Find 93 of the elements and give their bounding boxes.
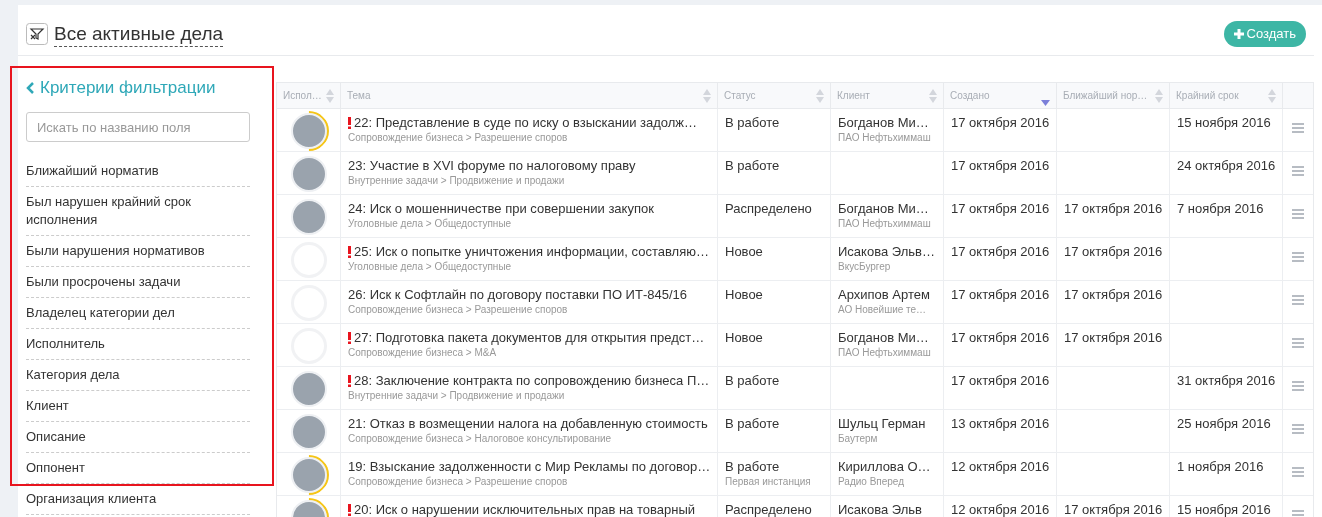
filter-field-item[interactable]: Категория дела — [26, 360, 250, 391]
filter-field-item[interactable]: Владелец категории дел — [26, 298, 250, 329]
filter-field-item[interactable]: Организация клиента — [26, 484, 250, 515]
date-cell: 17 октября 2016 — [1064, 244, 1162, 260]
status-text: Новое — [725, 330, 764, 346]
date-cell: 13 октября 2016 — [951, 416, 1049, 432]
date-cell-text: 25 ноября 2016 — [1177, 416, 1272, 432]
status-text: В работе — [725, 115, 781, 131]
case-category: Сопровождение бизнеса > Разрешение споров — [348, 475, 569, 489]
client-organization: Баутерм — [838, 432, 879, 446]
case-category: Внутренние задачи > Продвижение и продажи — [348, 174, 566, 188]
client-organization: ВкусБургер — [838, 260, 892, 274]
case-category: Сопровождение бизнеса > M&A — [348, 346, 498, 360]
date-cell-text: 15 ноября 2016 — [1177, 115, 1272, 131]
date-cell: 17 октября 2016 — [1064, 287, 1162, 303]
menu-icon[interactable] — [1292, 381, 1304, 391]
case-title-link[interactable]: 23: Участие в XVI форуме по налоговому праву — [348, 158, 636, 174]
date-cell: 17 октября 2016 — [1064, 330, 1162, 346]
case-category: Уголовные дела > Общедоступные — [348, 217, 513, 231]
chevron-left-icon — [26, 82, 34, 94]
client-organization: Радио Вперед — [838, 475, 906, 489]
case-category: Сопровождение бизнеса > Разрешение споров — [348, 131, 569, 145]
menu-icon[interactable] — [1292, 467, 1304, 477]
case-title-link[interactable]: 28: Заключение контракта по сопровождению бизнеса П… — [354, 373, 710, 389]
case-title-link[interactable]: 22: Представление в суде по иску о взыскании задолж… — [354, 115, 698, 131]
case-title-link[interactable]: 20: Иск о нарушении исключительных прав на товарный — [354, 502, 695, 517]
plus-icon — [1233, 29, 1244, 39]
case-title-link[interactable]: 26: Иск к Софтлайн по договору поставки ПО ИТ-845/16 — [348, 287, 687, 303]
case-title-link[interactable]: 21: Отказ в возмещении налога на добавленную стоимость — [348, 416, 708, 432]
filter-field-item[interactable]: Были просрочены задачи — [26, 267, 250, 298]
search-field[interactable]: Искать по названию поля — [26, 112, 250, 142]
case-category: Уголовные дела > Общедоступные — [348, 260, 513, 274]
status-text: Новое — [725, 287, 764, 303]
date-cell: 12 октября 2016 — [951, 502, 1049, 517]
date-cell: 31 октября 2016 — [1177, 373, 1275, 389]
date-cell: 17 октября 2016 — [951, 287, 1049, 303]
client-name: Богданов Ми… — [838, 330, 930, 346]
status-note: Первая инстанция — [725, 475, 812, 489]
date-cell: 12 октября 2016 — [951, 459, 1049, 475]
status-text: Распределено — [725, 502, 813, 517]
filter-field-item[interactable]: Описание — [26, 422, 250, 453]
menu-icon[interactable] — [1292, 338, 1304, 348]
menu-icon[interactable] — [1292, 424, 1304, 434]
date-cell: 24 октября 2016 — [1177, 158, 1275, 174]
client-organization: ПАО Нефтьхиммаш — [838, 346, 932, 360]
status-text: В работе — [725, 373, 781, 389]
filter-field-item[interactable]: Клиент — [26, 391, 250, 422]
case-category: Внутренние задачи > Продвижение и продажи — [348, 389, 566, 403]
status-text: В работе — [725, 416, 781, 432]
date-cell-text: 7 ноября 2016 — [1177, 201, 1265, 217]
menu-icon[interactable] — [1292, 166, 1304, 176]
filter-field-item[interactable]: Был нарушен крайний срок исполнения — [26, 187, 250, 236]
case-title-link[interactable]: 25: Иск о попытке уничтожения информации, составляю… — [354, 244, 709, 260]
client-name: Шульц Герман — [838, 416, 927, 432]
date-cell: 17 октября 2016 — [951, 373, 1049, 389]
filter-field-item[interactable]: Исполнитель — [26, 329, 250, 360]
case-category: Сопровождение бизнеса > Налоговое консультирование — [348, 432, 613, 446]
date-cell: 17 октября 2016 — [951, 115, 1049, 131]
client-name: Богданов Ми… — [838, 201, 930, 217]
date-cell-text: 1 ноября 2016 — [1177, 459, 1265, 475]
date-cell: 17 октября 2016 — [951, 244, 1049, 260]
status-text: В работе — [725, 158, 781, 174]
filter-field-item[interactable]: Ближайший норматив — [26, 156, 250, 187]
client-organization: АО Новейшие те… — [838, 303, 928, 317]
client-organization: ПАО Нефтьхиммаш — [838, 217, 932, 231]
client-name: Исакова Эльв — [838, 502, 923, 517]
client-name: Богданов Ми… — [838, 115, 930, 131]
menu-icon[interactable] — [1292, 295, 1304, 305]
menu-icon[interactable] — [1292, 123, 1304, 133]
client-organization: ПАО Нефтьхиммаш — [838, 131, 932, 145]
filter-field-item[interactable]: Оппонент — [26, 453, 250, 484]
menu-icon[interactable] — [1292, 209, 1304, 219]
case-title-link[interactable]: 24: Иск о мошенничестве при совершении закупок — [348, 201, 654, 217]
filter-icon[interactable] — [26, 23, 48, 45]
date-cell-text: 15 ноября 2016 — [1177, 502, 1272, 517]
date-cell: 17 октября 2016 — [1064, 201, 1162, 217]
date-cell: 17 октября 2016 — [951, 158, 1049, 174]
menu-icon[interactable] — [1292, 252, 1304, 262]
date-cell: 17 октября 2016 — [1064, 502, 1162, 517]
case-title-link[interactable]: 27: Подготовка пакета документов для открытия предст… — [354, 330, 705, 346]
client-name: Архипов Артем — [838, 287, 931, 303]
page-title[interactable]: Все активные дела — [54, 21, 224, 47]
date-cell: 17 октября 2016 — [951, 330, 1049, 346]
client-name: Исакова Эльв… — [838, 244, 936, 260]
status-text: Распределено — [725, 201, 813, 217]
status-text: В работе — [725, 459, 781, 475]
case-title-link[interactable]: 19: Взыскание задолженности с Мир Рекламы по договор… — [348, 459, 711, 475]
client-name: Кириллова О… — [838, 459, 932, 475]
case-category: Сопровождение бизнеса > Разрешение споров — [348, 303, 569, 317]
menu-icon[interactable] — [1292, 510, 1304, 517]
date-cell: 17 октября 2016 — [951, 201, 1049, 217]
status-text: Новое — [725, 244, 764, 260]
filter-field-item[interactable]: Были нарушения нормативов — [26, 236, 250, 267]
